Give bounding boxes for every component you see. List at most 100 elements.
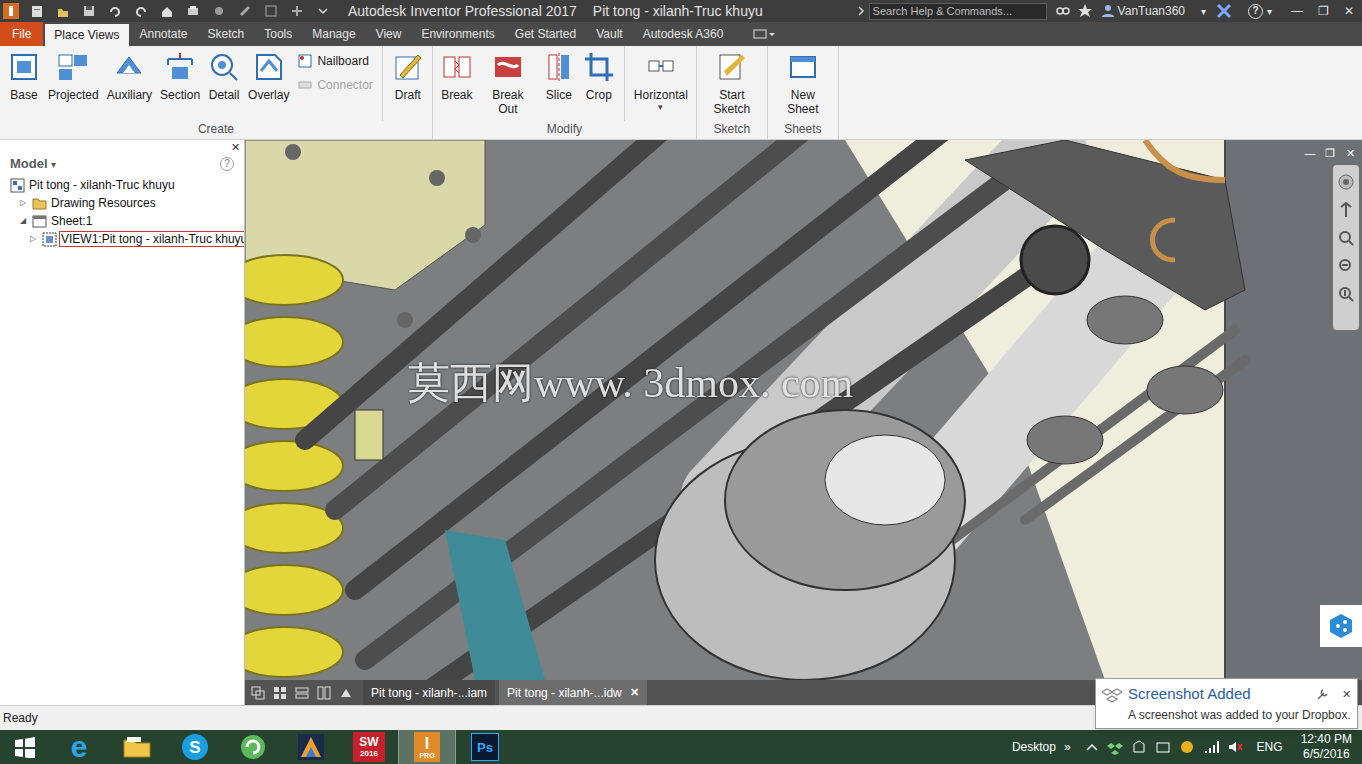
ribbon-button-label[interactable]: Detail bbox=[209, 88, 240, 102]
ribbon-tab-label[interactable]: Annotate bbox=[140, 25, 188, 43]
tree-item[interactable]: ▷ VIEW1:Pit tong - xilanh-Truc khuyu.iam bbox=[0, 230, 244, 248]
ribbon-button[interactable]: Horizontal▾ bbox=[631, 46, 691, 112]
ribbon-button-label[interactable]: Auxiliary bbox=[107, 88, 152, 102]
ribbon-tab[interactable]: Tools bbox=[255, 22, 301, 46]
taskbar-app[interactable] bbox=[282, 730, 340, 764]
taskbar-app[interactable]: Ps bbox=[456, 730, 514, 764]
ribbon-tab-label[interactable]: Autodesk A360 bbox=[643, 25, 724, 43]
viewport-window-control[interactable]: ❐ bbox=[1324, 145, 1336, 162]
tree-toggle[interactable]: ▷ bbox=[20, 197, 32, 209]
ribbon-tab[interactable]: Annotate bbox=[131, 22, 197, 46]
tree-item[interactable]: ▷ Drawing Resources bbox=[0, 194, 244, 212]
ribbon-button-label[interactable]: Crop bbox=[586, 88, 612, 102]
ribbon-tab-label[interactable]: Sketch bbox=[208, 25, 245, 43]
input-language[interactable]: ENG bbox=[1257, 738, 1283, 756]
taskbar-app[interactable] bbox=[224, 730, 282, 764]
ribbon-button-label[interactable]: Base bbox=[10, 88, 37, 102]
ribbon-tab[interactable]: Manage bbox=[303, 22, 364, 46]
ribbon-tab[interactable]: File bbox=[0, 22, 43, 46]
tree-item-label[interactable]: Drawing Resources bbox=[49, 195, 158, 211]
ribbon-button[interactable]: Crop bbox=[580, 46, 618, 102]
tree-item-label[interactable]: Pit tong - xilanh-Truc khuyu bbox=[27, 177, 177, 193]
tree-toggle[interactable]: ▷ bbox=[30, 233, 42, 245]
document-tab-label[interactable]: Pit tong - xilanh-...iam bbox=[371, 684, 487, 702]
clock-date[interactable]: 6/5/2016 bbox=[1303, 747, 1350, 762]
document-tab-label[interactable]: Pit tong - xilanh-...idw bbox=[507, 684, 622, 702]
ribbon-button-label[interactable]: Projected bbox=[48, 88, 99, 102]
tree-item[interactable]: Pit tong - xilanh-Truc khuyu bbox=[0, 176, 244, 194]
search-box[interactable] bbox=[869, 3, 1047, 20]
desktop-toolbar[interactable]: Desktop bbox=[1012, 738, 1056, 756]
ribbon-tab-label[interactable]: Environments bbox=[421, 25, 494, 43]
viewport-window-control[interactable]: ✕ bbox=[1344, 145, 1356, 162]
ribbon-tab-label[interactable]: Vault bbox=[596, 25, 622, 43]
notification[interactable]: Screenshot Added✕A screenshot was added … bbox=[1095, 678, 1358, 729]
ribbon-button-label[interactable]: Slice bbox=[546, 88, 572, 102]
search-input[interactable] bbox=[873, 3, 1043, 20]
document-tab[interactable]: Pit tong - xilanh-...idw ✕ bbox=[499, 680, 647, 705]
help-label[interactable]: ? bbox=[1252, 6, 1258, 16]
ribbon-tab[interactable]: View bbox=[367, 22, 411, 46]
clock-time[interactable]: 12:40 PM bbox=[1301, 732, 1352, 747]
ribbon-button-label[interactable]: Overlay bbox=[248, 88, 289, 102]
ribbon-button[interactable]: Draft bbox=[389, 46, 427, 102]
document-tab-close[interactable]: ✕ bbox=[630, 684, 639, 701]
ribbon-button-label[interactable]: Nailboard bbox=[317, 52, 368, 70]
document-tab[interactable]: Pit tong - xilanh-...iam bbox=[363, 680, 495, 705]
toolbar-overflow[interactable]: » bbox=[1064, 738, 1071, 756]
window-control[interactable]: ❐ bbox=[1316, 2, 1330, 20]
ribbon-button[interactable]: Start Sketch bbox=[702, 46, 762, 116]
taskbar-app[interactable] bbox=[108, 730, 166, 764]
ribbon-button[interactable]: Section bbox=[157, 46, 203, 102]
tree-toggle[interactable]: ◢ bbox=[20, 215, 32, 227]
browser-dropdown[interactable]: ▾ bbox=[51, 157, 56, 172]
ribbon-tab[interactable]: Place Views bbox=[45, 24, 128, 46]
notification-close[interactable]: ✕ bbox=[1342, 686, 1351, 703]
ribbon-tab[interactable]: Environments bbox=[412, 22, 503, 46]
ribbon-tab-label[interactable]: Tools bbox=[264, 25, 292, 43]
ribbon-button[interactable]: Base bbox=[5, 46, 43, 102]
navigation-bar[interactable] bbox=[1333, 165, 1359, 330]
ribbon-tab-label[interactable]: Place Views bbox=[54, 26, 119, 44]
ribbon-button-label[interactable]: Section bbox=[160, 88, 200, 102]
tree-item-label[interactable]: VIEW1:Pit tong - xilanh-Truc khuyu.iam bbox=[59, 231, 245, 247]
help-button[interactable]: ? bbox=[1248, 4, 1263, 19]
ribbon-button[interactable]: Break bbox=[438, 46, 476, 102]
browser-help-label[interactable]: ? bbox=[224, 159, 230, 169]
ribbon-button[interactable]: Projected bbox=[45, 46, 102, 102]
ribbon-tab[interactable]: Vault bbox=[587, 22, 631, 46]
ribbon-tab-label[interactable]: View bbox=[376, 25, 402, 43]
ribbon-button-label[interactable]: Start Sketch bbox=[705, 88, 759, 116]
ribbon-button[interactable]: New Sheet bbox=[773, 46, 833, 116]
dropdown-arrow[interactable]: ▾ bbox=[658, 102, 663, 112]
ribbon-button[interactable]: Slice bbox=[540, 46, 578, 102]
clock[interactable]: 12:40 PM6/5/2016 bbox=[1301, 732, 1352, 762]
ribbon-button[interactable]: Auxiliary bbox=[104, 46, 155, 102]
ribbon-tab-label[interactable]: File bbox=[12, 25, 31, 43]
ribbon-button[interactable]: Detail bbox=[205, 46, 243, 102]
small-ribbon-button[interactable]: Nailboard bbox=[297, 52, 372, 70]
ribbon-button-label[interactable]: Break Out bbox=[481, 88, 535, 116]
ribbon-tab-label[interactable]: Get Started bbox=[515, 25, 576, 43]
viewport-window-control[interactable]: — bbox=[1304, 145, 1316, 162]
browser-title[interactable]: Model bbox=[10, 154, 48, 174]
ribbon-button-label[interactable]: New Sheet bbox=[776, 88, 830, 116]
user-name[interactable]: VanTuan360 bbox=[1118, 2, 1185, 20]
taskbar-app[interactable]: SW2016 bbox=[340, 730, 398, 764]
ribbon-tab[interactable]: Get Started bbox=[506, 22, 585, 46]
ribbon-tab[interactable]: Autodesk A360 bbox=[634, 22, 733, 46]
ribbon-button[interactable]: Break Out bbox=[478, 46, 538, 116]
browser-help-button[interactable]: ? bbox=[220, 157, 234, 171]
user-dropdown[interactable]: ▾ bbox=[1201, 4, 1206, 19]
start-button[interactable] bbox=[0, 730, 50, 764]
taskbar-app[interactable]: e bbox=[50, 730, 108, 764]
window-control[interactable]: ✕ bbox=[1342, 2, 1356, 20]
graphics-viewport[interactable]: 莫西网www. 3dmox. com—❐✕ bbox=[245, 140, 1362, 680]
tree-item-label[interactable]: Sheet:1 bbox=[49, 213, 94, 229]
taskbar-app[interactable]: IPRO bbox=[398, 730, 456, 764]
help-dropdown[interactable]: ▾ bbox=[1267, 4, 1272, 19]
taskbar-app[interactable]: S bbox=[166, 730, 224, 764]
ribbon-tab-label[interactable]: Manage bbox=[312, 25, 355, 43]
ribbon-button-label[interactable]: Horizontal bbox=[634, 88, 688, 102]
window-control[interactable]: — bbox=[1290, 2, 1304, 20]
